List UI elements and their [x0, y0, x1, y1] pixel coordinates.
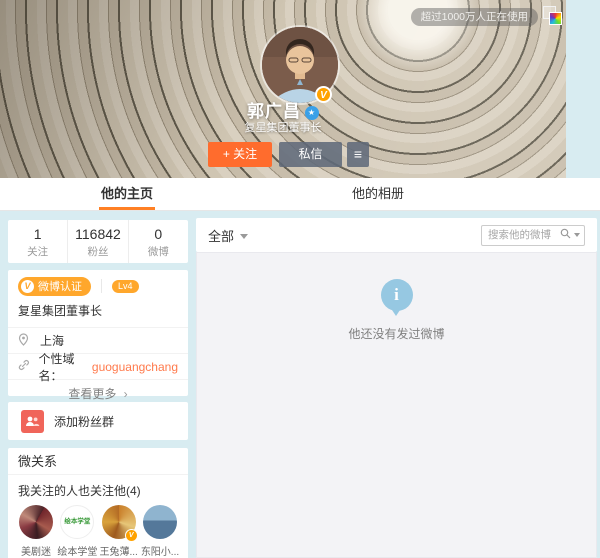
add-fan-group-label: 添加粉丝群: [54, 413, 114, 430]
relation-avatar: [143, 505, 177, 539]
level-badge: Lv4: [112, 280, 139, 293]
direct-message-button[interactable]: 私信: [279, 142, 342, 167]
tab-his-homepage[interactable]: 他的主页: [95, 178, 159, 210]
feed-empty-panel: i 他还没有发过微博: [196, 252, 597, 558]
info-bubble-icon: i: [381, 279, 413, 311]
divider: [101, 279, 102, 293]
verified-description: 复星集团董事长: [8, 302, 188, 327]
relation-username: 东阳小...: [140, 543, 180, 558]
following-count: 1: [8, 226, 67, 242]
profile-info-card: V 微博认证 Lv4 复星集团董事长 上海 个性域名： guoguangchan…: [8, 270, 188, 396]
verified-v-icon: V: [315, 86, 332, 103]
filter-all-dropdown[interactable]: 全部: [208, 226, 248, 245]
domain-label: 个性域名：: [38, 350, 91, 384]
cover-square-rainbow-icon: [549, 12, 562, 25]
chevron-down-icon: [240, 234, 248, 239]
chevron-right-icon: ›: [124, 387, 128, 401]
view-more-label: 查看更多: [68, 387, 116, 401]
search-icon[interactable]: [560, 226, 571, 244]
domain-link[interactable]: guoguangchang: [92, 360, 178, 374]
location-value: 上海: [40, 332, 64, 349]
relation-avatar: 绘本学堂: [60, 505, 94, 539]
usage-count-badge: 超过1000万人正在使用: [411, 8, 538, 26]
relation-user-1[interactable]: 美剧迷: [16, 505, 56, 558]
add-fan-group-card[interactable]: 添加粉丝群: [8, 402, 188, 440]
followers-count: 116842: [68, 226, 127, 242]
verified-v-icon: V: [125, 529, 138, 542]
relation-username: 美剧迷: [16, 543, 56, 558]
more-actions-button[interactable]: ≡: [347, 142, 369, 167]
relations-card: 微关系 我关注的人也关注他(4) 美剧迷 绘本学堂 绘本学堂 V 王兔薄...: [8, 448, 188, 558]
search-box: [481, 225, 585, 246]
relations-avatars: 美剧迷 绘本学堂 绘本学堂 V 王兔薄... 东阳小...: [8, 505, 188, 558]
link-icon: [18, 359, 30, 374]
tab-his-album[interactable]: 他的相册: [346, 178, 410, 210]
location-row: 上海: [8, 327, 188, 353]
posts-label: 微博: [129, 244, 188, 259]
relation-user-4[interactable]: 东阳小...: [140, 505, 180, 558]
following-label: 关注: [8, 244, 67, 259]
location-pin-icon: [18, 333, 32, 349]
stat-followers[interactable]: 116842 粉丝: [67, 220, 127, 263]
feed-filter-bar: 全部: [196, 218, 597, 252]
weibo-verified-pill: V 微博认证: [18, 277, 91, 296]
search-input[interactable]: [488, 229, 558, 241]
relation-username: 王兔薄...: [99, 543, 139, 558]
relation-avatar: [19, 505, 53, 539]
verified-pill-label: 微博认证: [38, 278, 82, 294]
change-cover-icon[interactable]: [543, 6, 562, 25]
daren-star-badge-icon: ★: [305, 106, 319, 120]
verified-v-icon: V: [21, 280, 34, 293]
relations-subtitle: 我关注的人也关注他(4): [8, 475, 188, 505]
followers-label: 粉丝: [68, 244, 127, 259]
relations-title: 微关系: [8, 448, 188, 475]
follow-button[interactable]: + 关注: [208, 142, 272, 167]
posts-count: 0: [129, 226, 188, 242]
relation-user-2[interactable]: 绘本学堂 绘本学堂: [57, 505, 97, 558]
stat-posts[interactable]: 0 微博: [128, 220, 188, 263]
profile-tabbar: 他的主页 他的相册: [0, 178, 600, 211]
relation-logo-text: 绘本学堂: [60, 505, 94, 539]
empty-feed-message: 他还没有发过微博: [197, 325, 596, 342]
relation-username: 绘本学堂: [57, 543, 97, 558]
fan-group-people-icon: [21, 410, 44, 433]
profile-verified-title: 复星集团董事长: [0, 119, 566, 135]
stats-card: 1 关注 116842 粉丝 0 微博: [8, 220, 188, 263]
search-options-caret-icon[interactable]: [574, 233, 580, 237]
relation-user-3[interactable]: V 王兔薄...: [99, 505, 139, 558]
relation-avatar: V: [102, 505, 136, 539]
weibo-profile-page: 超过1000万人正在使用 V 郭广昌★ 复星集团董事长 + 关注 私信 ≡ 他的…: [0, 0, 600, 558]
filter-all-label: 全部: [208, 229, 234, 244]
domain-row: 个性域名： guoguangchang: [8, 353, 188, 379]
stat-following[interactable]: 1 关注: [8, 220, 67, 263]
verify-row: V 微博认证 Lv4: [8, 270, 188, 302]
